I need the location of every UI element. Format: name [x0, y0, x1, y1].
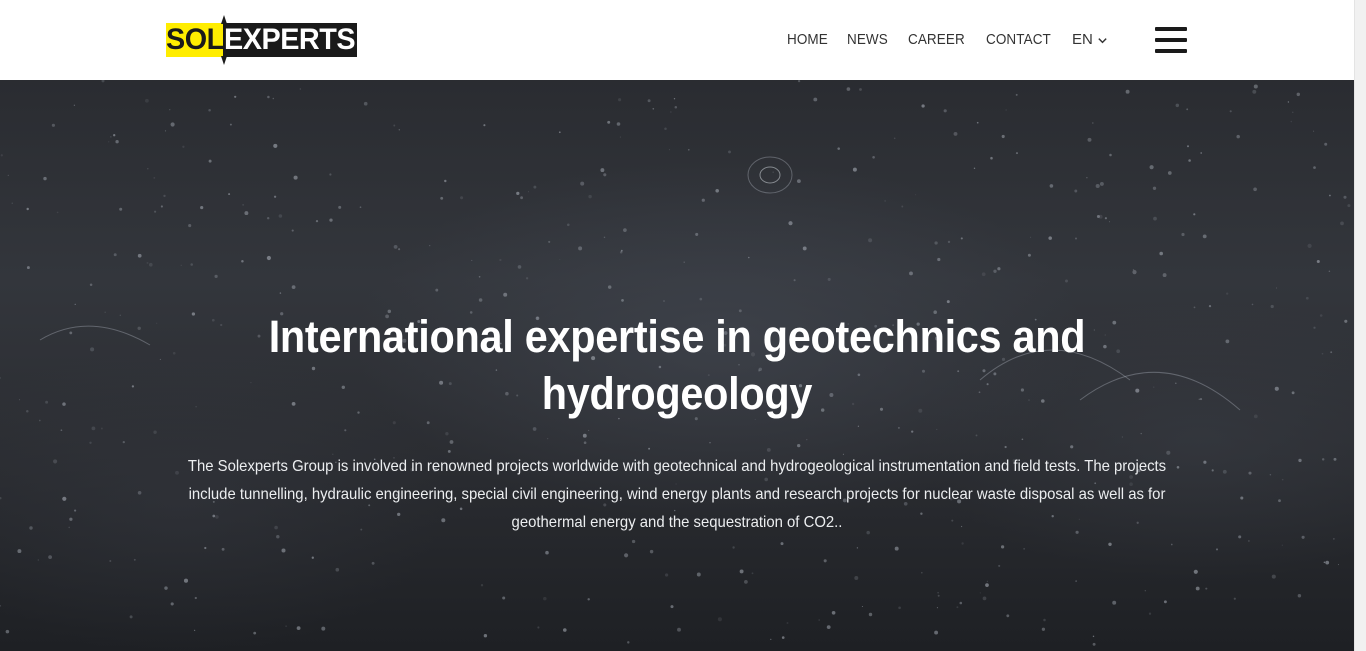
hero-title: International expertise in geotechnics a…: [268, 311, 1086, 419]
logo-text-sol: SOL: [166, 23, 224, 56]
language-selector[interactable]: EN: [1072, 30, 1108, 50]
hamburger-menu-icon[interactable]: [1155, 27, 1187, 53]
solexperts-logo[interactable]: SOL EXPERTS: [166, 15, 357, 65]
nav-item-news[interactable]: NEWS: [847, 30, 888, 50]
hero-description: The Solexperts Group is involved in reno…: [187, 458, 1167, 531]
logo-spike-bottom: [221, 56, 227, 65]
main-nav: HOME NEWS CAREER CONTACT: [787, 30, 1073, 50]
hero-section: International expertise in geotechnics a…: [0, 80, 1354, 651]
logo-text-experts: EXPERTS: [224, 23, 356, 56]
language-label: EN: [1072, 31, 1093, 48]
hamburger-line: [1155, 27, 1187, 31]
hamburger-line: [1155, 49, 1187, 53]
nav-item-home[interactable]: HOME: [787, 30, 828, 50]
page: SOL EXPERTS HOME NEWS CAREER CONTACT EN: [0, 0, 1354, 651]
hamburger-line: [1155, 38, 1187, 42]
chevron-down-icon: [1098, 37, 1107, 43]
page-scrollbar[interactable]: [1354, 0, 1366, 651]
site-header: SOL EXPERTS HOME NEWS CAREER CONTACT EN: [0, 0, 1354, 80]
nav-item-career[interactable]: CAREER: [908, 30, 965, 50]
nav-item-contact[interactable]: CONTACT: [986, 30, 1051, 50]
